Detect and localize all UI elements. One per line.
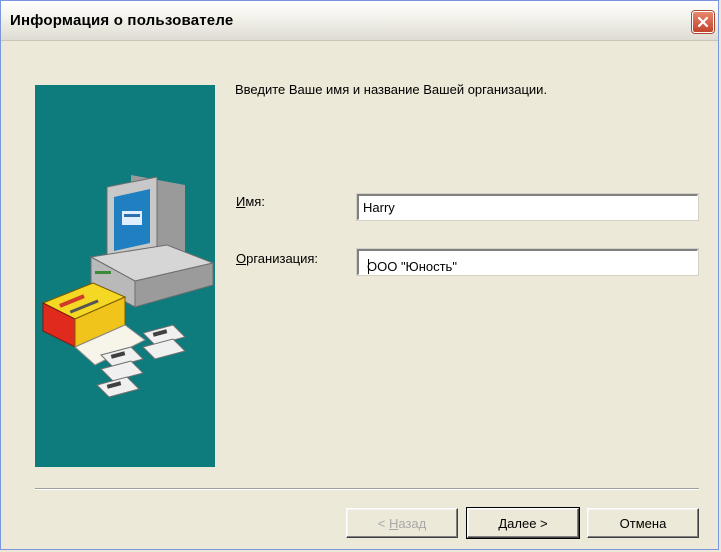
organization-field[interactable]: ООО "Юность": [356, 248, 699, 276]
name-label-access-key: И: [236, 194, 246, 209]
name-label: Имя:: [236, 194, 265, 209]
window-title: Информация о пользователе: [10, 12, 234, 29]
cancel-button[interactable]: Отмена: [587, 508, 699, 538]
setup-dialog: Информация о пользователе Введите Ваше и…: [0, 0, 719, 550]
name-field[interactable]: Harry: [356, 193, 699, 221]
organization-label-access-key: О: [236, 251, 247, 266]
name-label-text: мя:: [245, 194, 265, 209]
next-button-label: алее >: [507, 515, 548, 531]
wizard-illustration-panel: [35, 85, 215, 467]
organization-field-value: ООО "Юность": [367, 259, 457, 274]
back-button-label: азад: [398, 515, 427, 531]
computer-illustration: [41, 175, 215, 398]
back-button[interactable]: < Назад: [346, 508, 458, 538]
instruction-text: Введите Ваше имя и название Вашей органи…: [235, 82, 548, 97]
next-button-access-key: Д: [498, 515, 508, 531]
title-bar[interactable]: Информация о пользователе: [1, 1, 718, 41]
separator-line: [35, 488, 699, 490]
back-button-access-key: Н: [388, 515, 399, 531]
next-button[interactable]: Далее >: [466, 507, 580, 539]
organization-label-text: рганизация:: [246, 251, 319, 266]
back-button-prefix: <: [377, 515, 389, 531]
text-caret: [368, 259, 369, 274]
name-field-value: Harry: [363, 200, 395, 215]
close-button[interactable]: [692, 11, 714, 33]
organization-label: Организация:: [236, 251, 318, 266]
close-icon: [697, 16, 709, 28]
